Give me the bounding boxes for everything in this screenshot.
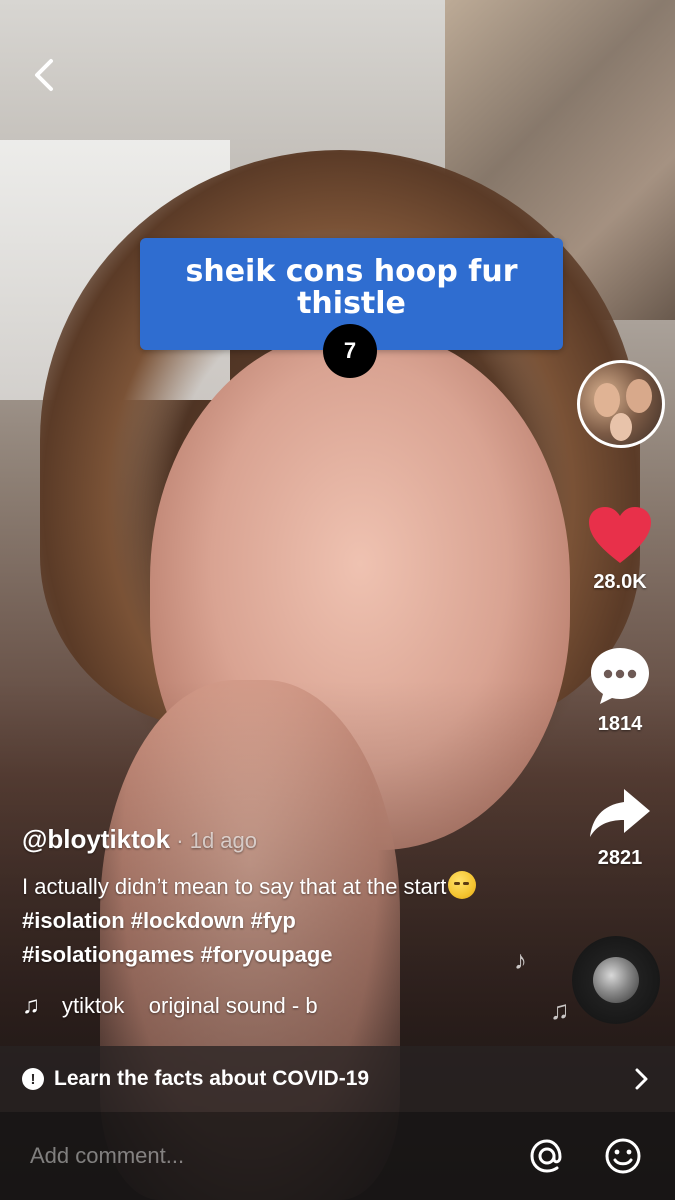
back-button[interactable] [24, 55, 64, 95]
like-button[interactable]: 28.0K [575, 505, 665, 594]
comment-button[interactable]: 1814 [575, 645, 665, 736]
counter-badge: 7 [323, 324, 377, 378]
sound-disc[interactable] [572, 936, 660, 1024]
share-button[interactable]: 2821 [575, 785, 665, 870]
mention-button[interactable] [525, 1134, 569, 1178]
video-frame[interactable] [0, 0, 675, 1200]
post-timestamp: · 1d ago [170, 828, 257, 853]
like-count: 28.0K [593, 571, 647, 593]
chevron-right-icon [635, 1068, 648, 1090]
share-arrow-icon [590, 789, 650, 837]
share-count: 2821 [597, 847, 643, 869]
music-note-icon: ♫ [22, 992, 40, 1019]
comment-count: 1814 [597, 713, 643, 735]
hashtag-lockdown[interactable]: #lockdown [125, 908, 245, 933]
comment-input[interactable] [30, 1143, 493, 1169]
hashtag-isolationgames[interactable]: #isolationgames [22, 942, 194, 967]
sound-title: ytiktok original sound - b [62, 993, 318, 1018]
covid-info-banner[interactable]: ! Learn the facts about COVID-19 [0, 1046, 675, 1112]
author-line: @bloytiktok · 1d ago [22, 822, 542, 858]
comment-bar [0, 1112, 675, 1200]
question-text: sheik cons hoop fur thistle [185, 254, 518, 321]
sound-link[interactable]: ♫ ytiktok original sound - b [22, 992, 318, 1020]
at-sign-icon [530, 1139, 562, 1173]
sound-cover [593, 957, 639, 1003]
music-note-icon: ♫ [550, 995, 570, 1025]
covid-banner-text: Learn the facts about COVID-19 [54, 1067, 370, 1090]
smiley-icon [605, 1138, 641, 1174]
post-caption: @bloytiktok · 1d ago I actually didn’t m… [22, 822, 542, 972]
hashtag-fyp[interactable]: #fyp [244, 908, 296, 933]
heart-icon [589, 507, 651, 563]
woozy-face-emoji-icon [448, 871, 477, 899]
chevron-left-icon [35, 59, 53, 91]
creator-avatar[interactable] [577, 360, 665, 448]
description-text: I actually didn’t mean to say that at th… [22, 874, 447, 899]
hashtag-isolation[interactable]: #isolation [22, 908, 125, 933]
exclamation-circle-icon: ! [22, 1068, 44, 1090]
username-link[interactable]: @bloytiktok [22, 824, 170, 854]
hashtag-foryoupage[interactable]: #foryoupage [194, 942, 333, 967]
emoji-button[interactable] [601, 1134, 645, 1178]
post-description: I actually didn’t mean to say that at th… [22, 870, 542, 972]
chat-bubble-icon [591, 648, 649, 704]
